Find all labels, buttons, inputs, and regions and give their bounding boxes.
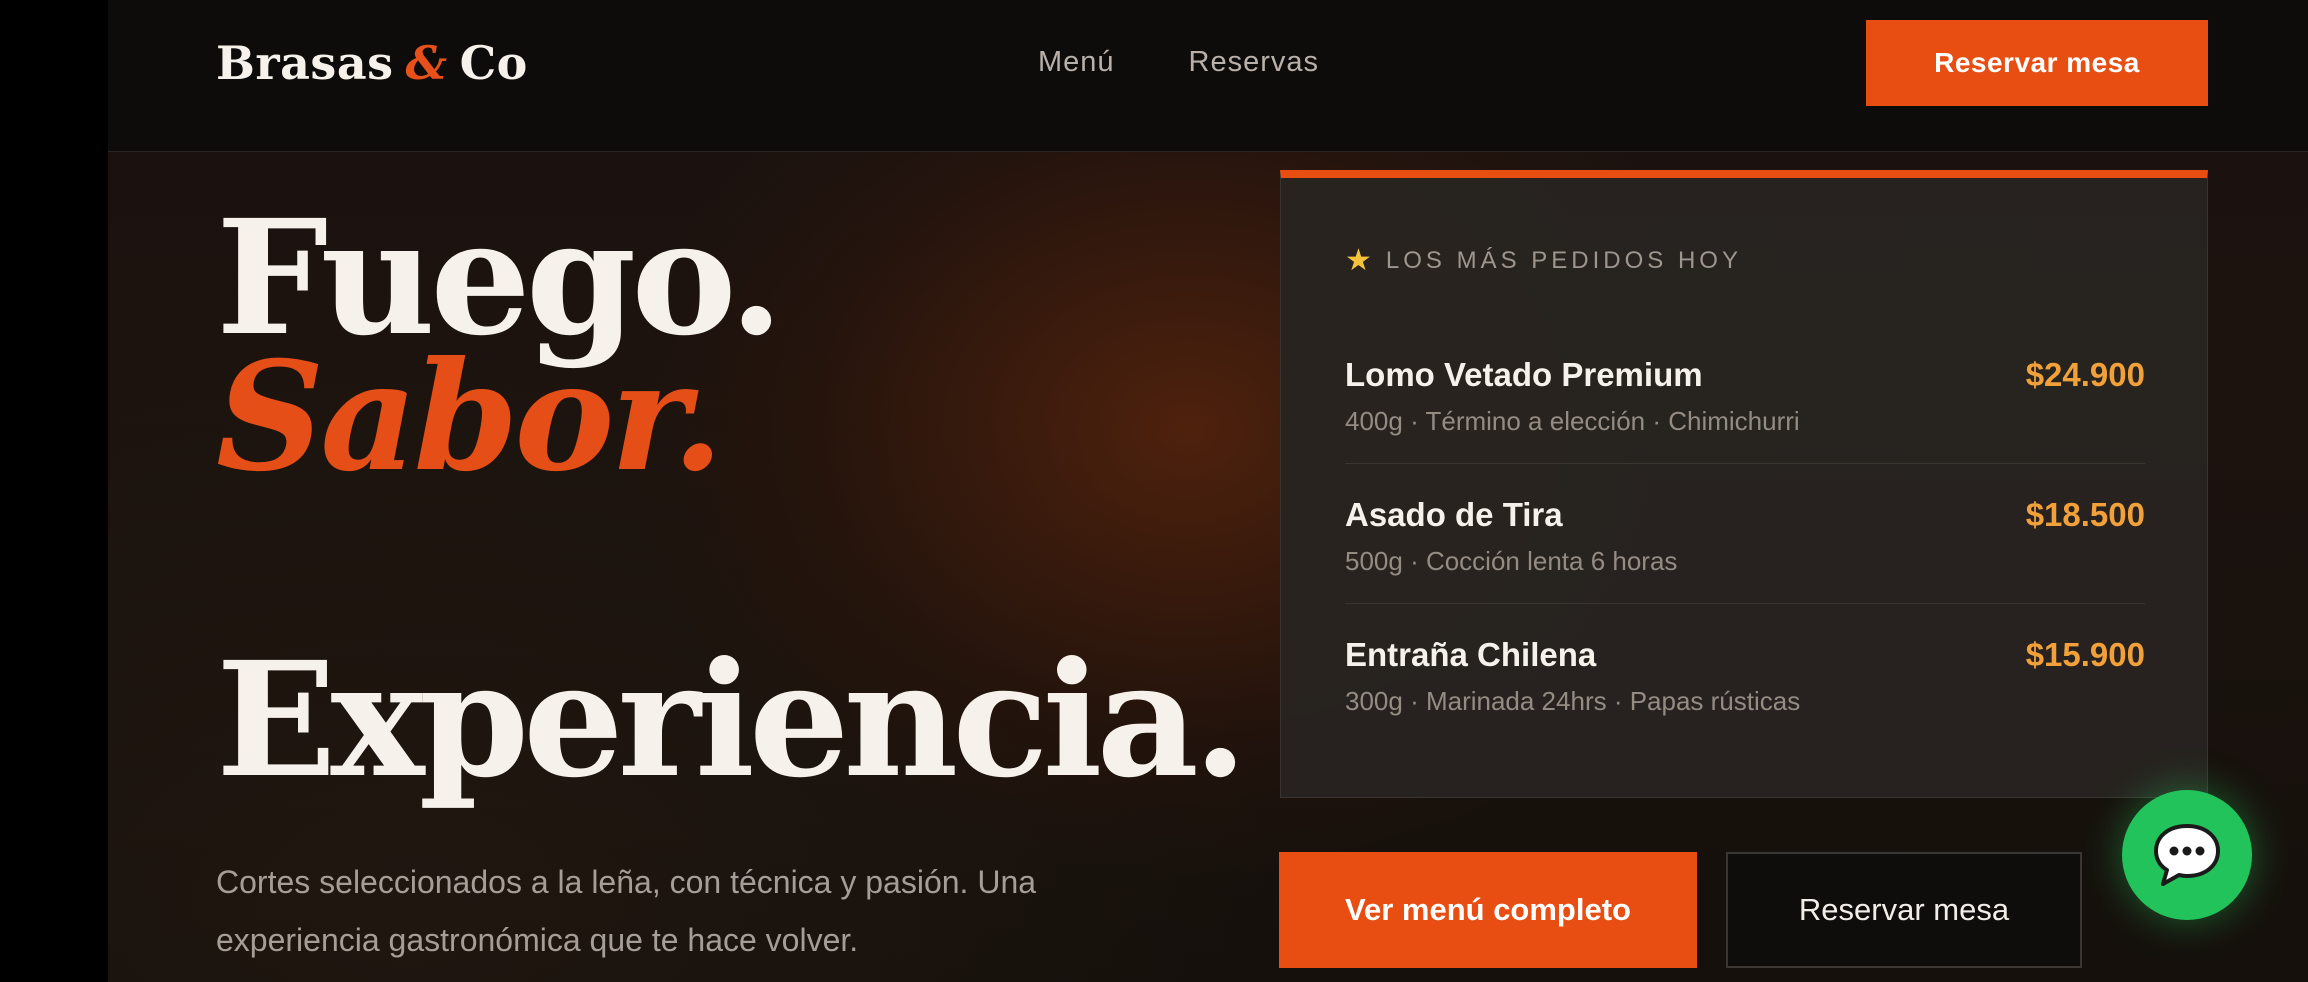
brand-name-part1: Brasas: [216, 36, 394, 90]
dish-price: $15.900: [2025, 636, 2145, 673]
popular-dishes-card: ★ LOS MÁS PEDIDOS HOY Lomo Vetado Premiu…: [1280, 170, 2208, 798]
dish-divider: [1345, 603, 2145, 604]
page: Brasas & Co Menú Reservas Reservar mesa …: [108, 0, 2308, 982]
hero-title: Fuego. Sabor. Experiencia.: [216, 186, 1248, 813]
nav-link-menu[interactable]: Menú: [1038, 46, 1115, 79]
reserve-table-nav-button[interactable]: Reservar mesa: [1866, 20, 2208, 106]
card-heading: ★ LOS MÁS PEDIDOS HOY: [1345, 246, 1742, 276]
main-nav: Menú Reservas: [1038, 46, 1319, 79]
dish-price: $24.900: [2025, 356, 2145, 393]
reserve-table-button[interactable]: Reservar mesa: [1726, 852, 2082, 968]
brand-name-part2: Co: [459, 36, 528, 90]
dish-item[interactable]: Asado de Tira $18.500 500g · Cocción len…: [1345, 496, 2145, 636]
hero-line-sabor: Sabor.: [216, 329, 724, 505]
dish-item[interactable]: Entraña Chilena $15.900 300g · Marinada …: [1345, 636, 2145, 776]
hero-description: Cortes seleccionados a la leña, con técn…: [216, 864, 1037, 958]
dish-meta: 400g · Término a elección · Chimichurri: [1345, 406, 1800, 436]
hero-line-fuego: Fuego.: [216, 186, 784, 371]
dish-name: Entraña Chilena: [1345, 636, 1597, 673]
brand-ampersand: &: [405, 36, 448, 90]
navbar: Brasas & Co Menú Reservas Reservar mesa: [108, 0, 2308, 152]
hero-line-experiencia: Experiencia.: [216, 628, 1248, 813]
star-icon: ★: [1345, 243, 1372, 278]
dish-meta: 500g · Cocción lenta 6 horas: [1345, 546, 1678, 576]
brand-logo[interactable]: Brasas & Co: [216, 36, 528, 90]
nav-link-reservas[interactable]: Reservas: [1189, 46, 1320, 79]
dish-meta: 300g · Marinada 24hrs · Papas rústicas: [1345, 686, 1801, 716]
chat-bubble-icon: [2154, 824, 2220, 886]
left-black-strip: [0, 0, 108, 982]
dish-name: Lomo Vetado Premium: [1345, 356, 1703, 393]
dish-name: Asado de Tira: [1345, 496, 1563, 533]
dish-divider: [1345, 463, 2145, 464]
view-full-menu-button[interactable]: Ver menú completo: [1279, 852, 1697, 968]
card-heading-label: LOS MÁS PEDIDOS HOY: [1385, 247, 1742, 274]
dish-price: $18.500: [2025, 496, 2145, 533]
chat-fab-button[interactable]: [2122, 790, 2252, 920]
dish-item[interactable]: Lomo Vetado Premium $24.900 400g · Térmi…: [1345, 356, 2145, 496]
